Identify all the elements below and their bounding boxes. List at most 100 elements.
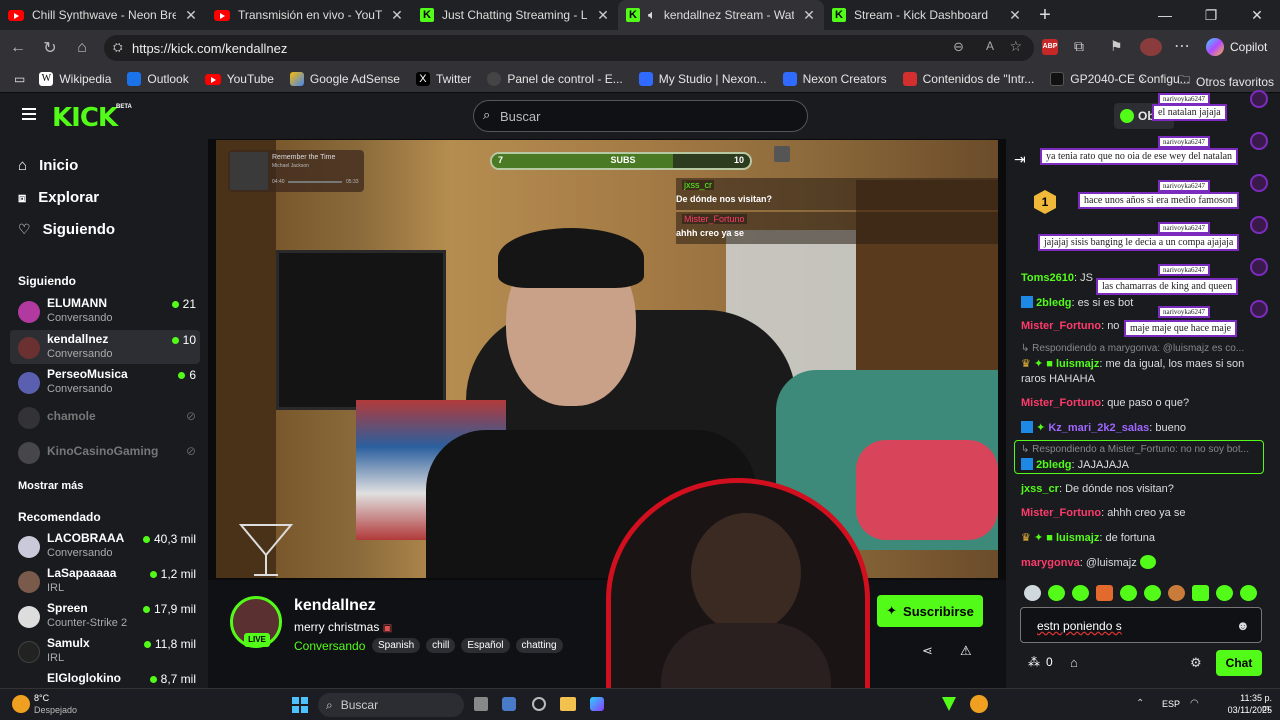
share-icon[interactable]: ⋖ [922,643,933,659]
emote-icon[interactable] [1216,585,1233,601]
app-icon[interactable] [532,697,546,711]
tag[interactable]: chill [426,638,456,653]
copilot-button[interactable]: Copilot [1206,38,1267,56]
following-channel[interactable]: PerseoMusica Conversando 6 [10,365,200,399]
zoom-icon[interactable]: ⊖ [953,39,964,55]
close-icon[interactable]: ✕ [596,7,610,24]
refresh-icon[interactable]: ↻ [34,38,66,58]
send-chat-button[interactable]: Chat [1216,650,1262,676]
emote-icon[interactable] [1048,585,1065,601]
bookmark-contenidos[interactable]: Contenidos de "Intr... [895,72,1043,86]
read-aloud-icon[interactable]: A [986,39,994,53]
recommended-channel[interactable]: ElGloglokino 8,7 mil [10,669,200,688]
collapse-chat-icon[interactable]: ⇥ [1014,151,1026,168]
reply-context[interactable]: ↳ Respondiendo a Mister_Fortuno: no no s… [1021,444,1249,455]
tag[interactable]: Spanish [372,638,421,653]
chat-username[interactable]: 2bledg [1036,459,1071,471]
chat-username[interactable]: Mister_Fortuno [1021,397,1101,409]
windows-start-icon[interactable] [292,697,308,713]
task-view-icon[interactable] [474,697,488,711]
channel-name-title[interactable]: kendallnez [294,597,376,615]
emoji-picker-icon[interactable]: ☻ [1236,618,1250,633]
bookmark-outlook[interactable]: Outlook [119,72,196,86]
store-icon[interactable]: ⌂ [1070,655,1078,670]
report-warning-icon[interactable]: ⚠ [960,643,972,659]
nav-home[interactable]: ⌂ Inicio [18,157,78,174]
back-icon[interactable]: ← [2,39,34,57]
chat-username[interactable]: Mister_Fortuno [1021,507,1101,519]
chat-username[interactable]: marygonva [1021,557,1080,569]
tag[interactable]: chatting [515,638,563,653]
browser-tab-3[interactable]: K Just Chatting Streaming - Live Str ✕ [412,0,618,30]
app-icon[interactable] [942,697,956,711]
chat-username[interactable]: luismajz [1056,532,1099,544]
adblock-extension-icon[interactable]: ABP [1042,39,1058,55]
search-input[interactable]: ⌕ Buscar [473,100,808,132]
following-channel[interactable]: KinoCasinoGaming ⊘ [10,435,200,469]
input-language[interactable]: ESP [1162,699,1180,709]
bookmark-mystudio[interactable]: My Studio | Nexon... [631,72,775,86]
window-close-button[interactable]: ✕ [1234,0,1280,30]
following-channel[interactable]: chamole ⊘ [10,400,200,434]
maximize-button[interactable]: ❐ [1188,0,1234,30]
close-icon[interactable]: ✕ [184,7,198,24]
file-explorer-icon[interactable] [560,697,576,711]
recommended-channel[interactable]: Samulx IRL 11,8 mil [10,634,200,668]
recommended-channel[interactable]: Spreen Counter-Strike 2 17,9 mil [10,599,200,633]
app-icon[interactable] [970,695,988,713]
bookmark-nexon-creators[interactable]: Nexon Creators [775,72,895,86]
recommended-channel[interactable]: LaSapaaaaa IRL 1,2 mil [10,564,200,598]
emote-icon[interactable] [1120,585,1137,601]
edge-icon[interactable] [590,697,604,711]
weather-icon[interactable] [12,695,30,713]
home-icon[interactable]: ⌂ [66,39,98,57]
following-channel[interactable]: ELUMANN Conversando 21 [10,294,200,328]
bookmarks-overflow-icon[interactable]: › [1140,70,1145,86]
browser-tab-4[interactable]: K 🔈︎ kendallnez Stream - Watch L ✕ [618,0,824,30]
bookmark-twitter[interactable]: X Twitter [408,72,479,86]
minimize-button[interactable]: — [1142,0,1188,30]
collections-icon[interactable]: ⚑ [1110,38,1123,55]
chat-input[interactable]: estn poniendo s [1020,607,1262,643]
chat-username[interactable]: 2bledg [1036,297,1071,309]
close-icon[interactable]: ✕ [802,7,816,24]
nav-following[interactable]: ♡ Siguiendo [18,221,115,238]
bookmark-wikipedia[interactable]: W Wikipedia [31,72,119,86]
wifi-icon[interactable]: ◠ [1190,698,1199,709]
nav-explore[interactable]: ⧈ Explorar [18,189,99,206]
other-bookmarks[interactable]: 🗀 Otros favoritos [1170,71,1280,92]
browser-tab-1[interactable]: Chill Synthwave - Neon Breeze by ✕ [0,0,206,30]
more-menu-icon[interactable]: ⋯ [1174,36,1190,56]
bookmark-adsense[interactable]: Google AdSense [282,72,408,86]
channel-points[interactable]: ⁂ 0 [1028,655,1053,669]
close-icon[interactable]: ✕ [1008,7,1022,24]
chat-username[interactable]: Kz_mari_2k2_salas [1048,422,1149,434]
show-more-link[interactable]: Mostrar más [18,480,83,492]
menu-icon[interactable] [22,108,36,120]
new-tab-button[interactable]: + [1030,4,1060,27]
reading-list-icon[interactable]: ▭ [8,72,31,86]
emote-icon[interactable] [1240,585,1257,601]
close-icon[interactable]: ✕ [390,7,404,24]
chat-settings-icon[interactable]: ⚙ [1190,655,1202,671]
stream-category-link[interactable]: Conversando [294,639,365,653]
browser-tab-2[interactable]: Transmisión en vivo - YouTube Stu ✕ [206,0,412,30]
emote-icon[interactable] [1024,585,1041,601]
tray-chevron-icon[interactable]: ⌃ [1136,698,1144,709]
profile-avatar[interactable] [1140,38,1162,56]
emote-icon[interactable] [1072,585,1089,601]
site-info-icon[interactable]: ⛭ [113,40,123,55]
bookmark-panel[interactable]: Panel de control - E... [479,72,630,86]
subscribe-button[interactable]: ✦ Suscribirse [877,595,983,627]
following-channel[interactable]: kendallnez Conversando 10 [10,330,200,364]
chat-username[interactable]: Mister_Fortuno [1021,320,1101,332]
emote-icon[interactable] [1168,585,1185,601]
chat-username[interactable]: Toms2610 [1021,272,1074,284]
emote-icon[interactable] [1144,585,1161,601]
chat-username[interactable]: jxss_cr [1021,483,1059,495]
browser-tab-5[interactable]: K Stream - Kick Dashboard ✕ [824,0,1030,30]
emote-icon[interactable] [1096,585,1113,601]
clock-date[interactable]: 03/11/2025 [1222,705,1272,715]
favorite-star-icon[interactable]: ☆ [1009,38,1022,55]
emote-icon[interactable] [1192,585,1209,601]
